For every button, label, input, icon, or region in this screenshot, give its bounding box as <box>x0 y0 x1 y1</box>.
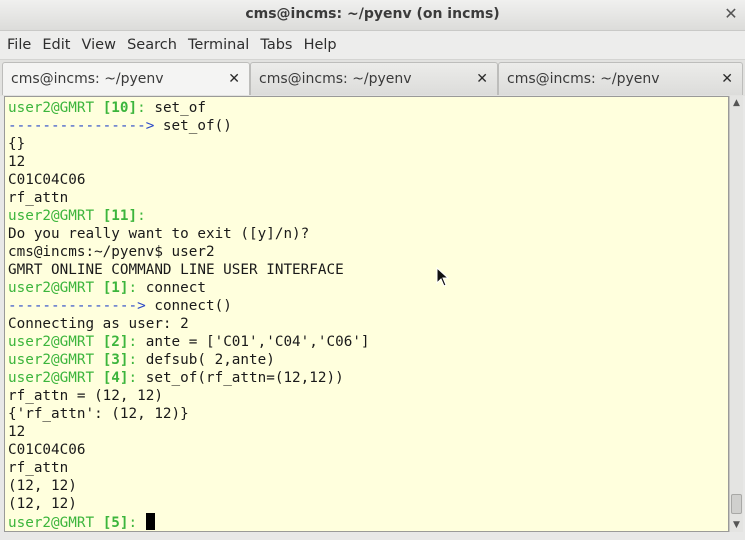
prompt-user: user2@GMRT <box>8 515 103 531</box>
prompt-number: [5] <box>102 515 129 531</box>
menu-edit[interactable]: Edit <box>39 31 73 60</box>
terminal-line: cms@incms:~/pyenv$ user2 <box>8 243 370 261</box>
terminal-line: {'rf_attn': (12, 12)} <box>8 405 370 423</box>
command-text: ante = ['C01','C04','C06'] <box>145 334 370 350</box>
prompt-colon: : <box>128 280 146 296</box>
terminal-line: user2@GMRT [2]: ante = ['C01','C04','C06… <box>8 333 370 351</box>
terminal-line: user2@GMRT [5]: <box>8 513 370 531</box>
continuation-arrow: ---------------> <box>8 298 146 314</box>
output-text: Connecting as user: 2 <box>8 316 189 332</box>
output-text: connect() <box>145 298 232 314</box>
terminal-line: user2@GMRT [4]: set_of(rf_attn=(12,12)) <box>8 369 370 387</box>
prompt-number: [11] <box>102 208 138 224</box>
menu-file[interactable]: File <box>4 31 34 60</box>
scroll-up-icon[interactable]: ▲ <box>730 96 743 110</box>
terminal-line: C01C04C06 <box>8 171 370 189</box>
prompt-colon: : <box>137 208 146 224</box>
terminal-line: user2@GMRT [3]: defsub( 2,ante) <box>8 351 370 369</box>
prompt-user: user2@GMRT <box>8 208 103 224</box>
prompt-colon: : <box>137 100 155 116</box>
scrollbar-thumb[interactable] <box>731 494 742 514</box>
prompt-number: [10] <box>102 100 138 116</box>
prompt-colon: : <box>128 515 146 531</box>
prompt-user: user2@GMRT <box>8 334 103 350</box>
terminal-line: Do you really want to exit ([y]/n)? <box>8 225 370 243</box>
output-text: 12 <box>8 424 26 440</box>
tab-close-icon[interactable]: ✕ <box>476 71 488 87</box>
tab-bar: cms@incms: ~/pyenv ✕ cms@incms: ~/pyenv … <box>0 60 745 96</box>
output-text: (12, 12) <box>8 478 77 494</box>
terminal-line: user2@GMRT [1]: connect <box>8 279 370 297</box>
terminal-scrollbar[interactable]: ▲ ▼ <box>729 96 743 532</box>
command-text: connect <box>145 280 206 296</box>
scroll-down-icon[interactable]: ▼ <box>730 518 743 532</box>
output-text: Do you really want to exit ([y]/n)? <box>8 226 310 242</box>
tab-close-icon[interactable]: ✕ <box>721 71 733 87</box>
output-text: cms@incms:~/pyenv$ user2 <box>8 244 215 260</box>
terminal-line: GMRT ONLINE COMMAND LINE USER INTERFACE <box>8 261 370 279</box>
prompt-colon: : <box>128 334 146 350</box>
terminal-line: {} <box>8 135 370 153</box>
prompt-colon: : <box>128 370 146 386</box>
output-text: {'rf_attn': (12, 12)} <box>8 406 189 422</box>
terminal-lines: user2@GMRT [10]: set_of ---------------->… <box>8 99 370 531</box>
menu-terminal[interactable]: Terminal <box>185 31 252 60</box>
menu-tabs[interactable]: Tabs <box>257 31 295 60</box>
window-title: cms@incms: ~/pyenv (on incms) <box>245 6 500 22</box>
prompt-number: [3] <box>102 352 129 368</box>
menu-bar: File Edit View Search Terminal Tabs Help <box>0 31 745 60</box>
output-text: rf_attn = (12, 12) <box>8 388 163 404</box>
window-close-icon[interactable]: ✕ <box>719 3 743 27</box>
menu-help[interactable]: Help <box>301 31 340 60</box>
terminal-line: (12, 12) <box>8 477 370 495</box>
output-text: rf_attn <box>8 190 69 206</box>
text-cursor <box>145 513 155 530</box>
output-text: C01C04C06 <box>8 172 86 188</box>
mouse-pointer-icon <box>436 267 450 287</box>
output-text: {} <box>8 136 26 152</box>
tab-1[interactable]: cms@incms: ~/pyenv ✕ <box>2 62 250 95</box>
terminal-line: user2@GMRT [10]: set_of <box>8 99 370 117</box>
output-text: GMRT ONLINE COMMAND LINE USER INTERFACE <box>8 262 344 278</box>
window-titlebar: cms@incms: ~/pyenv (on incms) ✕ <box>0 0 745 31</box>
prompt-colon: : <box>128 352 146 368</box>
prompt-number: [2] <box>102 334 129 350</box>
output-text: C01C04C06 <box>8 442 86 458</box>
terminal-line: rf_attn <box>8 459 370 477</box>
tab-label: cms@incms: ~/pyenv <box>11 71 164 87</box>
terminal-line: user2@GMRT [11]: <box>8 207 370 225</box>
prompt-user: user2@GMRT <box>8 352 103 368</box>
terminal-line: ----------------> set_of() <box>8 117 370 135</box>
terminal-output[interactable]: user2@GMRT [10]: set_of ---------------->… <box>4 96 729 532</box>
terminal-line: C01C04C06 <box>8 441 370 459</box>
continuation-arrow: ----------------> <box>8 118 155 134</box>
tab-2[interactable]: cms@incms: ~/pyenv ✕ <box>250 62 498 95</box>
prompt-user: user2@GMRT <box>8 100 103 116</box>
terminal-line: ---------------> connect() <box>8 297 370 315</box>
prompt-user: user2@GMRT <box>8 370 103 386</box>
terminal-line: 12 <box>8 423 370 441</box>
tab-close-icon[interactable]: ✕ <box>228 71 240 87</box>
tab-3[interactable]: cms@incms: ~/pyenv ✕ <box>498 62 743 95</box>
terminal-line: 12 <box>8 153 370 171</box>
terminal-line: rf_attn = (12, 12) <box>8 387 370 405</box>
tab-label: cms@incms: ~/pyenv <box>507 71 660 87</box>
command-text: set_of(rf_attn=(12,12)) <box>145 370 344 386</box>
menu-search[interactable]: Search <box>124 31 180 60</box>
output-text: 12 <box>8 154 26 170</box>
command-text: set_of <box>154 100 206 116</box>
command-text: defsub( 2,ante) <box>145 352 275 368</box>
prompt-number: [1] <box>102 280 129 296</box>
output-text: rf_attn <box>8 460 69 476</box>
prompt-user: user2@GMRT <box>8 280 103 296</box>
terminal-line: Connecting as user: 2 <box>8 315 370 333</box>
output-text: (12, 12) <box>8 496 77 512</box>
prompt-number: [4] <box>102 370 129 386</box>
tab-label: cms@incms: ~/pyenv <box>259 71 412 87</box>
output-text: set_of() <box>154 118 232 134</box>
terminal-line: (12, 12) <box>8 495 370 513</box>
menu-view[interactable]: View <box>79 31 119 60</box>
terminal-line: rf_attn <box>8 189 370 207</box>
